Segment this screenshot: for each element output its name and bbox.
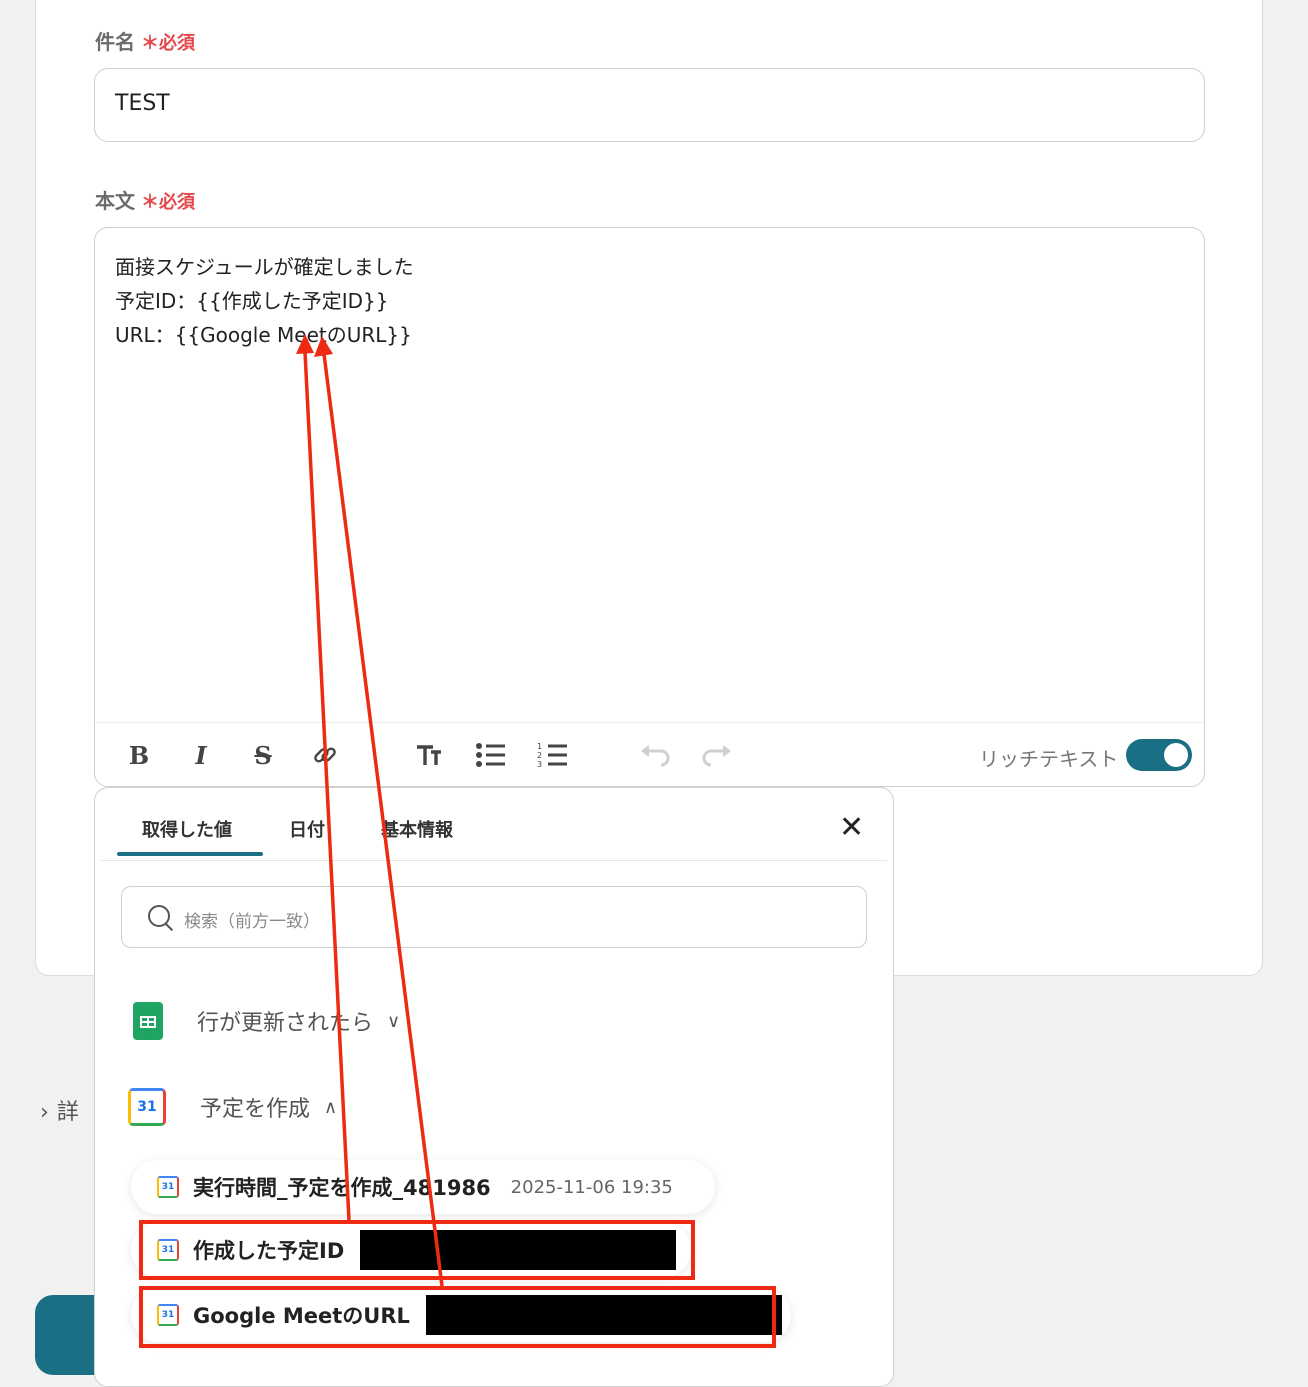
- arrow-line: [322, 353, 444, 1287]
- arrow-line: [303, 351, 351, 1221]
- arrow-head: [296, 334, 314, 354]
- annotation-arrows: [296, 334, 444, 1287]
- arrow-head: [314, 336, 333, 357]
